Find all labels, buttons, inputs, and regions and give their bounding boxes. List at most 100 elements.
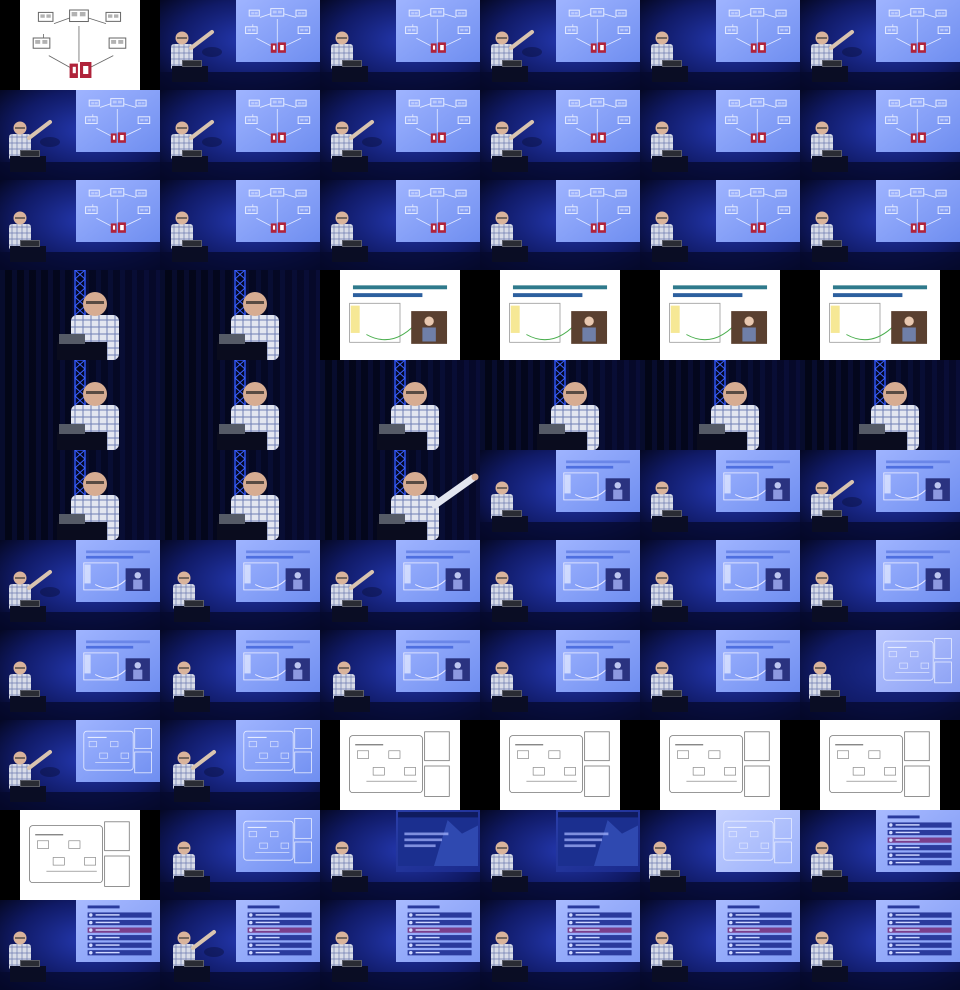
video-frame-thumbnail [480, 450, 640, 540]
stage-network-left-image [320, 0, 480, 90]
closeup-truss-image [160, 360, 320, 450]
closeup-truss-image [800, 360, 960, 450]
stage-network-left-image [160, 180, 320, 270]
video-frame-thumbnail [480, 180, 640, 270]
stage-network-left-gesture-image [160, 0, 320, 90]
video-frame-thumbnail [320, 0, 480, 90]
stage-architecture-image [640, 450, 800, 540]
stage-list-image [320, 900, 480, 990]
video-frame-thumbnail [0, 720, 160, 810]
video-frame-thumbnail [160, 450, 320, 540]
stage-network-left-image [640, 90, 800, 180]
stage-network-left-gesture-image [480, 90, 640, 180]
video-frame-thumbnail [0, 450, 160, 540]
video-frame-thumbnail [320, 540, 480, 630]
stage-dark-slide-image [320, 810, 480, 900]
video-frame-thumbnail [160, 720, 320, 810]
stage-network-left-image [640, 180, 800, 270]
closeup-gesture-image [320, 450, 480, 540]
video-frame-thumbnail [640, 630, 800, 720]
video-frame-thumbnail [800, 810, 960, 900]
stage-architecture-left-image [160, 630, 320, 720]
stage-model-dim-image [800, 630, 960, 720]
stage-model-light-image [640, 810, 800, 900]
closeup-truss-image [0, 450, 160, 540]
video-frame-thumbnail [800, 180, 960, 270]
video-frame-thumbnail [0, 630, 160, 720]
video-frame-thumbnail [0, 810, 160, 900]
video-frame-thumbnail [0, 180, 160, 270]
slide-model-image [0, 810, 160, 900]
stage-architecture-right-gesture-image [0, 540, 160, 630]
stage-network-left-gesture-image [160, 90, 320, 180]
stage-network-left-gesture-image [800, 0, 960, 90]
stage-list-image [800, 900, 960, 990]
video-frame-thumbnail [800, 720, 960, 810]
slide-architecture-image [800, 270, 960, 360]
stage-dark-slide-image [480, 810, 640, 900]
slide-architecture-image [640, 270, 800, 360]
video-frame-thumbnail [0, 0, 160, 90]
video-frame-thumbnail [320, 810, 480, 900]
closeup-truss-image [0, 270, 160, 360]
closeup-truss-image [160, 450, 320, 540]
video-frame-thumbnail [160, 900, 320, 990]
stage-architecture-image [800, 540, 960, 630]
stage-architecture-image [480, 630, 640, 720]
stage-list-image [640, 900, 800, 990]
video-frame-thumbnail [0, 540, 160, 630]
video-frame-thumbnail [320, 90, 480, 180]
stage-architecture-image [640, 630, 800, 720]
video-frame-thumbnail [800, 630, 960, 720]
stage-model-left-image [160, 810, 320, 900]
video-frame-thumbnail [320, 180, 480, 270]
video-frame-thumbnail [480, 720, 640, 810]
stage-network-right-image [0, 180, 160, 270]
stage-architecture-left-image [160, 540, 320, 630]
video-frame-thumbnail [800, 0, 960, 90]
video-frame-thumbnail [0, 900, 160, 990]
stage-network-left-image [640, 0, 800, 90]
video-frame-thumbnail [640, 540, 800, 630]
video-frame-thumbnail [480, 360, 640, 450]
stage-architecture-right-image [0, 630, 160, 720]
video-frame-thumbnail [160, 180, 320, 270]
stage-network-left-image [800, 90, 960, 180]
stage-list-left-gesture-image [160, 900, 320, 990]
closeup-truss-image [320, 360, 480, 450]
stage-network-left-gesture-image [320, 90, 480, 180]
stage-architecture-gesture-image [320, 540, 480, 630]
closeup-truss-image [640, 360, 800, 450]
video-frame-thumbnail [320, 450, 480, 540]
stage-model-left-gesture-image [160, 720, 320, 810]
video-frame-thumbnail [0, 360, 160, 450]
video-frame-thumbnail [160, 630, 320, 720]
video-frame-thumbnail [800, 540, 960, 630]
slide-network-image [0, 0, 160, 90]
slide-model-image [480, 720, 640, 810]
slide-architecture-image [480, 270, 640, 360]
stage-model-right-gesture-image [0, 720, 160, 810]
video-frame-thumbnail [640, 450, 800, 540]
stage-network-left-image [480, 180, 640, 270]
stage-list-image [800, 810, 960, 900]
video-frame-thumbnail [480, 270, 640, 360]
stage-architecture-left-image [320, 630, 480, 720]
stage-network-left-gesture-image [480, 0, 640, 90]
video-frame-thumbnail [480, 900, 640, 990]
closeup-truss-image [0, 360, 160, 450]
video-frame-thumbnail [160, 0, 320, 90]
video-frame-thumbnail [800, 900, 960, 990]
stage-list-image [480, 900, 640, 990]
video-frame-thumbnail [800, 450, 960, 540]
video-frame-thumbnail [480, 0, 640, 90]
closeup-truss-image [480, 360, 640, 450]
video-frame-thumbnail [160, 270, 320, 360]
video-frame-thumbnail [480, 540, 640, 630]
video-frame-thumbnail [640, 360, 800, 450]
video-frame-thumbnail [640, 810, 800, 900]
video-frame-thumbnail [800, 90, 960, 180]
video-frame-thumbnail [640, 900, 800, 990]
video-frame-thumbnail [640, 270, 800, 360]
stage-architecture-image [480, 450, 640, 540]
